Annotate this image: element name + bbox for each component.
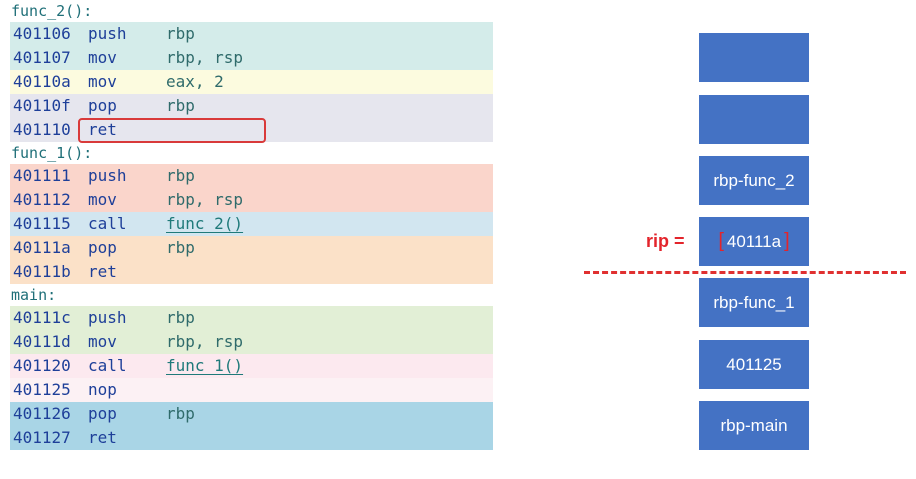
instruction-operands: rbp, rsp <box>166 48 244 67</box>
instruction-row: 40111d mov rbp, rsp <box>10 330 493 354</box>
instruction-row: 40111c push rbp <box>10 306 493 330</box>
instruction-row: 401125 nop <box>10 378 493 402</box>
instruction-address: 40110f <box>13 96 71 115</box>
function-label: main: <box>11 286 57 304</box>
instruction-mnemonic: push <box>88 308 127 327</box>
stack-pointer-dashed-line <box>584 271 906 274</box>
instruction-mnemonic: pop <box>88 404 117 423</box>
stack-cell-rbp-func-1: rbp-func_1 <box>698 277 810 328</box>
stack-cell-rbp-func-2: rbp-func_2 <box>698 155 810 206</box>
instruction-operands: rbp <box>166 238 195 257</box>
rip-value: 40111a <box>726 231 782 251</box>
instruction-address: 401106 <box>13 24 71 43</box>
stack-cell-rbp-main: rbp-main <box>698 400 810 451</box>
function-label: func_2(): <box>11 2 93 20</box>
instruction-row: 40110f pop rbp <box>10 94 493 118</box>
instruction-address: 40111d <box>13 332 71 351</box>
instruction-row: 401126 pop rbp <box>10 402 493 426</box>
instruction-row: 401112 mov rbp, rsp <box>10 188 493 212</box>
instruction-mnemonic: ret <box>88 428 117 447</box>
instruction-address: 40111b <box>13 262 71 281</box>
instruction-operands: rbp, rsp <box>166 190 244 209</box>
instruction-mnemonic: pop <box>88 96 117 115</box>
instruction-address: 401110 <box>13 120 71 139</box>
instruction-address: 401125 <box>13 380 71 399</box>
instruction-row: 401120 call func_1() <box>10 354 493 378</box>
instruction-address: 401126 <box>13 404 71 423</box>
instruction-operands: rbp, rsp <box>166 332 244 351</box>
instruction-row: 40111a pop rbp <box>10 236 493 260</box>
instruction-row: 401115 call func_2() <box>10 212 493 236</box>
instruction-operands: rbp <box>166 404 195 423</box>
instruction-row: 40110a mov eax, 2 <box>10 70 493 94</box>
instruction-mnemonic: pop <box>88 238 117 257</box>
instruction-operands[interactable]: func_2() <box>166 212 243 236</box>
instruction-operands: eax, 2 <box>166 72 224 91</box>
instruction-operands: rbp <box>166 24 195 43</box>
instruction-row: 401111 push rbp <box>10 164 493 188</box>
instruction-row: 401110 ret <box>10 118 493 142</box>
instruction-address: 401115 <box>13 214 71 233</box>
instruction-address: 401107 <box>13 48 71 67</box>
instruction-mnemonic: nop <box>88 380 117 399</box>
instruction-mnemonic: mov <box>88 72 117 91</box>
instruction-mnemonic: ret <box>88 262 117 281</box>
stack-cell-empty-2 <box>698 94 810 145</box>
instruction-mnemonic: push <box>88 24 127 43</box>
instruction-mnemonic: ret <box>88 120 117 139</box>
rip-label: rip = <box>646 231 685 251</box>
stack-cell-401125: 401125 <box>698 339 810 390</box>
instruction-address: 40111a <box>13 238 71 257</box>
instruction-row: 401107 mov rbp, rsp <box>10 46 493 70</box>
function-label: func_1(): <box>11 144 93 162</box>
rip-bracket-close: ] <box>784 230 790 252</box>
instruction-operands: rbp <box>166 166 195 185</box>
instruction-mnemonic: mov <box>88 332 117 351</box>
instruction-row: 401106 push rbp <box>10 22 493 46</box>
instruction-mnemonic: mov <box>88 48 117 67</box>
instruction-address: 40111c <box>13 308 71 327</box>
code-listing: func_2(): 401106 push rbp 401107 mov rbp, rsp 4… <box>10 0 493 450</box>
instruction-address: 40110a <box>13 72 71 91</box>
instruction-mnemonic: call <box>88 214 127 233</box>
stack-cell-empty-1 <box>698 32 810 83</box>
rip-bracket-open: [ <box>718 230 724 252</box>
stack-cell-return-address: [40111a] <box>698 216 810 267</box>
instruction-row: 40111b ret <box>10 260 493 284</box>
instruction-row: 401127 ret <box>10 426 493 450</box>
instruction-operands: rbp <box>166 96 195 115</box>
instruction-address: 401112 <box>13 190 71 209</box>
instruction-mnemonic: mov <box>88 190 117 209</box>
instruction-operands: rbp <box>166 308 195 327</box>
instruction-address: 401120 <box>13 356 71 375</box>
instruction-address: 401127 <box>13 428 71 447</box>
instruction-mnemonic: call <box>88 356 127 375</box>
instruction-address: 401111 <box>13 166 71 185</box>
instruction-mnemonic: push <box>88 166 127 185</box>
instruction-operands[interactable]: func_1() <box>166 354 243 378</box>
